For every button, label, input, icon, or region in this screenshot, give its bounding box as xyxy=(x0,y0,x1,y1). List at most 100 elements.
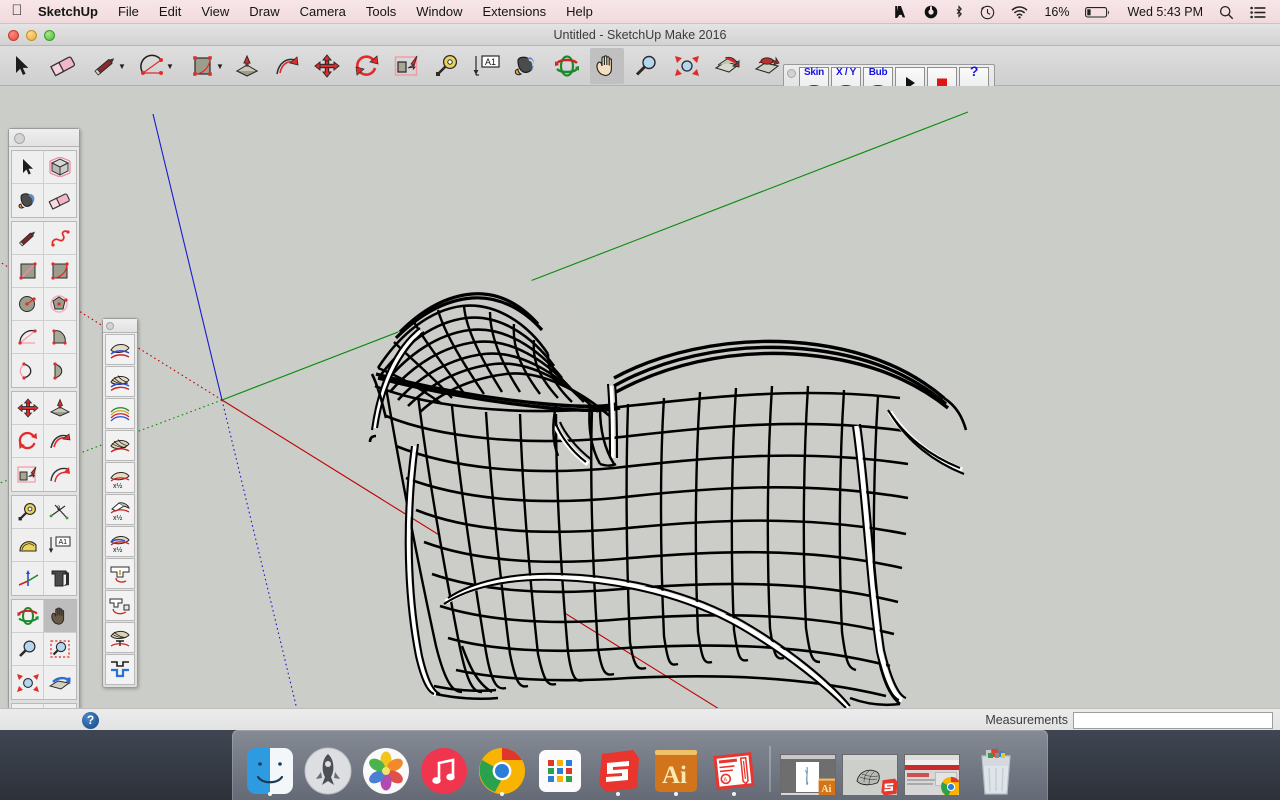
circle-tool[interactable] xyxy=(12,288,45,321)
pan-tool[interactable] xyxy=(44,600,76,633)
rectangle-tool-dropdown-arrow[interactable]: ▼ xyxy=(216,63,224,71)
select-tool[interactable] xyxy=(6,48,40,84)
loft-by-spline-tool[interactable] xyxy=(105,334,135,365)
rotated-rectangle-tool[interactable] xyxy=(44,255,76,288)
line-tool[interactable] xyxy=(88,48,122,84)
polygon-tool[interactable] xyxy=(44,288,76,321)
freehand-tool[interactable] xyxy=(44,222,76,255)
loft-half-tool[interactable]: x½ xyxy=(105,462,135,493)
measurements-input[interactable] xyxy=(1073,712,1273,729)
zoom-tool[interactable] xyxy=(630,48,664,84)
menu-tools[interactable]: Tools xyxy=(356,0,406,24)
dock-sketchup[interactable] xyxy=(589,740,647,796)
loft-along-path-tool[interactable] xyxy=(105,398,135,429)
pan-tool[interactable] xyxy=(590,48,624,84)
previous-view-tool[interactable] xyxy=(710,48,744,84)
dock-indesign[interactable]: A xyxy=(705,740,763,796)
rotate-tool[interactable] xyxy=(12,425,45,458)
time-machine-icon[interactable] xyxy=(972,0,1003,24)
dock-launchpad[interactable] xyxy=(299,740,357,796)
tape-measure-tool[interactable] xyxy=(12,496,45,529)
arc-tool-dropdown-arrow[interactable]: ▼ xyxy=(166,63,174,71)
dock-finder[interactable] xyxy=(241,740,299,796)
help-icon[interactable]: ? xyxy=(82,712,99,729)
curviloft-close-button[interactable] xyxy=(106,322,114,330)
select-tool[interactable] xyxy=(12,151,45,184)
make-component-tool[interactable] xyxy=(44,151,76,184)
eraser-tool[interactable] xyxy=(46,48,80,84)
scale-tool[interactable] xyxy=(390,48,424,84)
pie-tool[interactable] xyxy=(44,354,76,387)
mesh-from-profile-tool[interactable] xyxy=(105,622,135,653)
move-tool[interactable] xyxy=(12,392,45,425)
text-tool[interactable]: A1 xyxy=(470,48,504,84)
text-tool[interactable]: A1 xyxy=(44,529,76,562)
skinning-mesh-tool[interactable] xyxy=(105,430,135,461)
dock-trash[interactable] xyxy=(963,740,1029,796)
loft-fold-half-tool[interactable]: x½ xyxy=(105,494,135,525)
menu-edit[interactable]: Edit xyxy=(149,0,191,24)
menu-help[interactable]: Help xyxy=(556,0,603,24)
eraser-tool[interactable] xyxy=(44,184,76,217)
loft-by-spline-mesh-tool[interactable] xyxy=(105,366,135,397)
dock-illustrator[interactable]: Ai xyxy=(647,740,705,796)
menu-app-name[interactable]: SketchUp xyxy=(34,0,108,24)
paint-bucket-tool[interactable] xyxy=(510,48,544,84)
offset-tool[interactable] xyxy=(44,458,76,491)
dock-minimized-chrome[interactable] xyxy=(901,740,963,796)
pushpull-tool[interactable] xyxy=(230,48,264,84)
palette-close-button[interactable] xyxy=(14,133,25,144)
orbit-tool[interactable] xyxy=(12,600,45,633)
menu-extensions[interactable]: Extensions xyxy=(472,0,556,24)
protractor-tool[interactable] xyxy=(12,529,45,562)
zoom-extents-tool[interactable] xyxy=(12,666,45,699)
extrude-profile-offset-tool[interactable] xyxy=(105,590,135,621)
scale-tool[interactable] xyxy=(12,458,45,491)
dock-minimized-illustrator[interactable]: Ai xyxy=(777,740,839,796)
menu-view[interactable]: View xyxy=(191,0,239,24)
menu-window[interactable]: Window xyxy=(406,0,472,24)
app-status-icon[interactable] xyxy=(916,0,946,24)
arc-tool[interactable] xyxy=(12,321,45,354)
rectangle-tool[interactable] xyxy=(186,48,220,84)
curviloft-titlebar[interactable] xyxy=(103,319,137,333)
dock-app-grid[interactable] xyxy=(531,740,589,796)
menubar-clock[interactable]: Wed 5:43 PM xyxy=(1119,0,1211,24)
adobe-creative-cloud-icon[interactable] xyxy=(886,0,916,24)
previous-view-tool[interactable] xyxy=(44,666,76,699)
pushpull-tool[interactable] xyxy=(44,392,76,425)
3d-viewport[interactable] xyxy=(0,86,1280,708)
spotlight-search-icon[interactable] xyxy=(1211,0,1242,24)
palette-titlebar[interactable] xyxy=(9,129,79,147)
line-tool-dropdown-arrow[interactable]: ▼ xyxy=(118,63,126,71)
paint-bucket-tool[interactable] xyxy=(12,184,45,217)
dock-chrome[interactable] xyxy=(473,740,531,796)
tape-measure-tool[interactable] xyxy=(430,48,464,84)
zoom-window-tool[interactable] xyxy=(44,633,76,666)
axes-tool[interactable] xyxy=(12,562,45,595)
wifi-icon[interactable] xyxy=(1003,0,1036,24)
battery-icon[interactable] xyxy=(1077,0,1119,24)
two-point-arc-tool[interactable] xyxy=(44,321,76,354)
extrude-profile-tool[interactable] xyxy=(105,558,135,589)
orbit-tool[interactable] xyxy=(550,48,584,84)
dimension-tool[interactable]: 3 xyxy=(44,496,76,529)
next-view-tool[interactable] xyxy=(750,48,784,84)
bluetooth-icon[interactable] xyxy=(946,0,972,24)
zoom-extents-tool[interactable] xyxy=(670,48,704,84)
menu-draw[interactable]: Draw xyxy=(239,0,289,24)
rotate-tool[interactable] xyxy=(350,48,384,84)
dock-itunes[interactable] xyxy=(415,740,473,796)
menu-camera[interactable]: Camera xyxy=(290,0,356,24)
close-profile-tool[interactable] xyxy=(105,654,135,685)
three-d-text-tool[interactable] xyxy=(44,562,76,595)
followme-tool[interactable] xyxy=(44,425,76,458)
dock-photos[interactable] xyxy=(357,740,415,796)
line-tool[interactable] xyxy=(12,222,45,255)
loft-surface-half-tool[interactable]: x½ xyxy=(105,526,135,557)
menu-file[interactable]: File xyxy=(108,0,149,24)
three-point-arc-tool[interactable] xyxy=(12,354,45,387)
dock-minimized-sketchup[interactable] xyxy=(839,740,901,796)
rectangle-tool[interactable] xyxy=(12,255,45,288)
notification-center-icon[interactable] xyxy=(1242,0,1274,24)
